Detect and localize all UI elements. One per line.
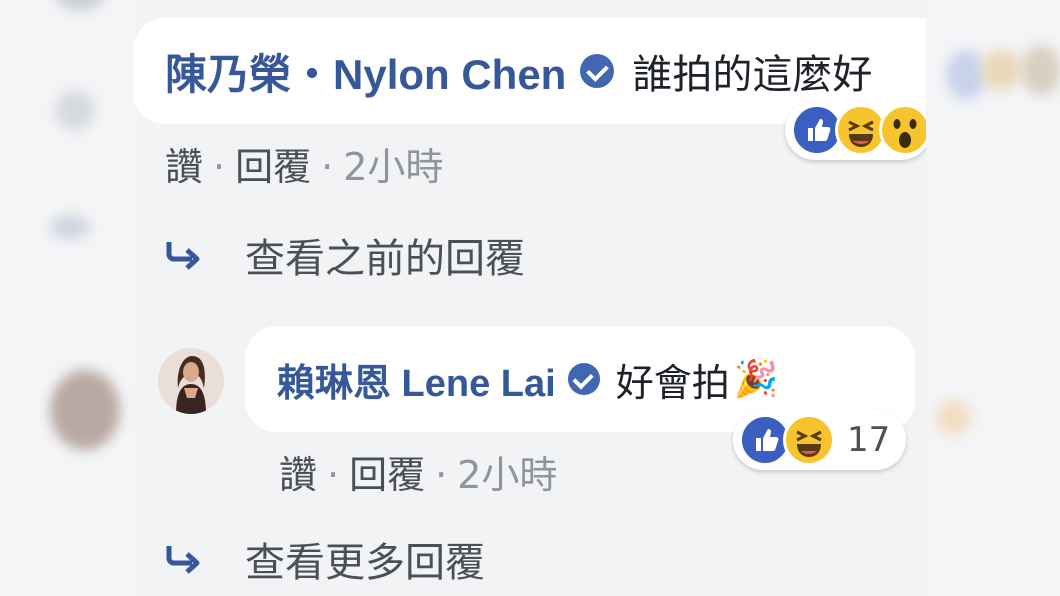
- separator: ·: [213, 145, 226, 189]
- reply-link[interactable]: 回覆: [349, 453, 425, 497]
- reactions-summary[interactable]: 17: [733, 410, 907, 470]
- reactions-summary[interactable]: [785, 100, 926, 160]
- separator: ·: [327, 453, 340, 497]
- like-link[interactable]: 讚: [279, 453, 317, 497]
- separator: ·: [435, 453, 448, 497]
- timestamp[interactable]: 2小時: [343, 145, 443, 189]
- view-more-label[interactable]: 查看更多回覆: [245, 530, 485, 588]
- blur-shape: [55, 90, 95, 130]
- blur-shape: [50, 370, 120, 450]
- timestamp[interactable]: 2小時: [457, 453, 557, 497]
- blur-shape: [55, 0, 105, 10]
- comments-panel: 陳乃榮‧Nylon Chen 誰拍的這麼好 讚 · 回覆 · 2小時 查看之前的…: [133, 0, 926, 596]
- comment-author[interactable]: 陳乃榮‧Nylon Chen: [165, 41, 566, 102]
- blur-shape: [936, 400, 971, 435]
- avatar[interactable]: [158, 348, 224, 414]
- comment-text: 誰拍的這麼好: [632, 52, 873, 98]
- separator: ·: [321, 145, 334, 189]
- blurred-right-strip: [926, 0, 1060, 596]
- verified-badge-icon: [567, 363, 600, 395]
- party-popper-icon: 🎉: [733, 359, 779, 400]
- wow-reaction-icon: [879, 104, 926, 156]
- blur-shape: [1021, 45, 1060, 95]
- reply-arrow-icon: [166, 546, 200, 574]
- comment-actions: 讚 · 回覆 · 2小時: [279, 444, 557, 499]
- blurred-left-strip: [0, 0, 133, 596]
- reaction-count: 17: [847, 420, 891, 460]
- reply-arrow-icon: [166, 242, 200, 270]
- blur-shape: [981, 50, 1021, 90]
- comment-actions: 讚 · 回覆 · 2小時: [165, 136, 443, 191]
- verified-badge-icon: [580, 54, 615, 88]
- blur-shape: [946, 50, 986, 100]
- blur-shape: [50, 215, 90, 239]
- like-link[interactable]: 讚: [165, 145, 203, 189]
- haha-reaction-icon: [783, 414, 835, 466]
- reply-link[interactable]: 回覆: [235, 145, 311, 189]
- view-previous-label[interactable]: 查看之前的回覆: [245, 226, 525, 284]
- view-more-replies[interactable]: 查看更多回覆: [165, 530, 485, 588]
- comment-author[interactable]: 賴琳恩 Lene Lai: [277, 352, 556, 407]
- comment-text: 好會拍: [615, 360, 730, 405]
- view-previous-replies[interactable]: 查看之前的回覆: [165, 226, 525, 284]
